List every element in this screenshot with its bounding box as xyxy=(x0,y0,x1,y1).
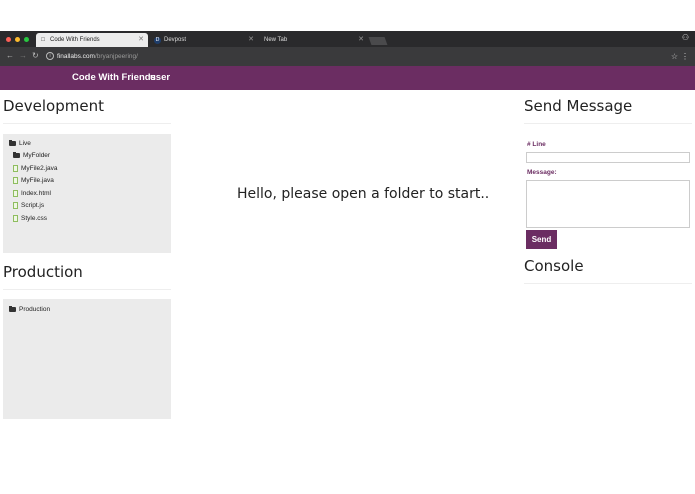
tree-file-index-html[interactable]: Index.html xyxy=(13,190,51,197)
message-textarea[interactable] xyxy=(526,180,690,228)
development-title: Development xyxy=(3,97,104,115)
close-icon[interactable]: ✕ xyxy=(358,33,364,47)
user-link[interactable]: user xyxy=(150,66,170,90)
reload-icon[interactable]: ↻ xyxy=(32,49,39,63)
new-tab-button[interactable] xyxy=(368,37,388,45)
tree-folder-myfolder[interactable]: MyFolder xyxy=(13,151,50,159)
development-file-tree: Live MyFolder MyFile2.java MyFile.java I… xyxy=(3,134,171,253)
tree-file-style-css[interactable]: Style.css xyxy=(13,215,47,222)
line-input[interactable] xyxy=(526,152,690,163)
info-icon[interactable]: i xyxy=(46,52,54,61)
tree-folder-production[interactable]: Production xyxy=(9,305,50,313)
send-message-title: Send Message xyxy=(524,97,633,115)
tab-title: Devpost xyxy=(164,37,187,43)
divider xyxy=(3,289,171,290)
devpost-icon: D xyxy=(154,36,161,44)
divider xyxy=(524,123,692,124)
tab-devpost[interactable]: D Devpost ✕ xyxy=(150,33,258,47)
line-label: # Line xyxy=(527,141,546,148)
brand-link[interactable]: Code With Friends xyxy=(72,66,156,90)
empty-editor-message: Hello, please open a folder to start.. xyxy=(237,186,490,202)
send-button[interactable]: Send xyxy=(526,230,557,249)
url-path: /bryanjpeering/ xyxy=(94,53,138,60)
minimize-window-dot[interactable] xyxy=(15,37,20,42)
tree-folder-live[interactable]: Live xyxy=(9,139,31,147)
url-host: finallabs.com xyxy=(57,53,95,60)
message-label: Message: xyxy=(527,169,557,176)
tree-file-myfile-java[interactable]: MyFile.java xyxy=(13,177,54,184)
divider xyxy=(524,283,692,284)
production-file-tree: Production xyxy=(3,299,171,419)
page-icon: □ xyxy=(41,37,45,43)
tab-title: Code With Friends xyxy=(50,37,100,43)
tab-code-with-friends[interactable]: □ Code With Friends ✕ xyxy=(36,33,148,47)
file-icon xyxy=(13,165,18,172)
close-icon[interactable]: ✕ xyxy=(138,33,144,47)
browser-tab-strip: □ Code With Friends ✕ D Devpost ✕ New Ta… xyxy=(0,31,695,47)
url-field[interactable]: i finallabs.com/bryanjpeering/ xyxy=(46,50,656,63)
back-arrow-icon[interactable]: ← xyxy=(6,49,14,63)
file-icon xyxy=(13,190,18,197)
tab-new-tab[interactable]: New Tab ✕ xyxy=(250,33,368,47)
file-icon xyxy=(13,215,18,222)
folder-icon xyxy=(9,139,16,146)
menu-kebab-icon[interactable]: ⋮ xyxy=(681,50,689,63)
maximize-window-dot[interactable] xyxy=(24,37,29,42)
folder-icon xyxy=(9,305,16,312)
file-icon xyxy=(13,202,18,209)
address-bar: ← → ↻ i finallabs.com/bryanjpeering/ ☆ ⋮ xyxy=(0,47,695,66)
tab-title: New Tab xyxy=(264,37,288,43)
console-title: Console xyxy=(524,257,584,275)
divider xyxy=(3,123,171,124)
tree-file-myfile2-java[interactable]: MyFile2.java xyxy=(13,165,57,172)
tree-file-script-js[interactable]: Script.js xyxy=(13,202,44,209)
forward-arrow-icon[interactable]: → xyxy=(19,49,27,63)
production-title: Production xyxy=(3,263,83,281)
incognito-icon: ⚇ xyxy=(681,33,689,42)
close-window-dot[interactable] xyxy=(6,37,11,42)
file-icon xyxy=(13,177,18,184)
folder-icon xyxy=(13,151,20,158)
bookmark-star-icon[interactable]: ☆ xyxy=(671,50,678,63)
app-navbar: Code With Friends user xyxy=(0,66,695,90)
